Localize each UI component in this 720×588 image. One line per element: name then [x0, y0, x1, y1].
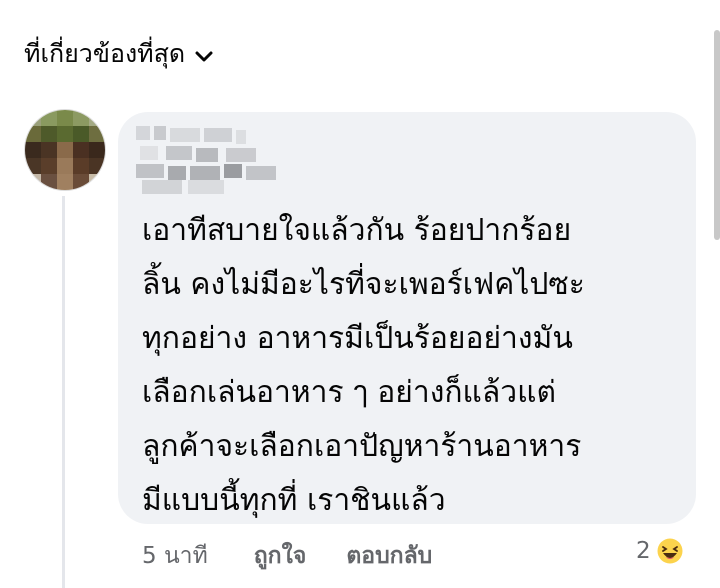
name-pixel [226, 148, 256, 162]
name-pixel [246, 166, 276, 180]
comment-line: เลือกเล่นอาหาร ๅ อย่างก็แล้วแต่ [142, 375, 556, 410]
name-pixel [196, 148, 218, 162]
reaction-summary[interactable]: 2 [636, 536, 685, 566]
comment-line: มีแบบนี้ทุกที่ เราชินแล้ว [142, 483, 446, 518]
blurred-author-name[interactable] [136, 126, 286, 196]
sort-label: ที่เกี่ยวข้องที่สุด [24, 39, 186, 68]
reply-button[interactable]: ตอบกลับ [346, 538, 432, 574]
like-button[interactable]: ถูกใจ [254, 538, 307, 574]
name-pixel [190, 166, 220, 180]
comment-text: เอาทีสบายใจแล้วกัน ร้อยปากร้อย ลิ้น คงไม… [142, 204, 682, 528]
thread-line [62, 196, 65, 588]
comment-line: ลิ้น คงไม่มีอะไรที่จะเพอร์เฟคไปซะ [142, 267, 585, 302]
name-pixel [170, 128, 200, 142]
name-pixel [204, 128, 232, 142]
scrollbar[interactable] [714, 30, 720, 240]
name-pixel [188, 180, 224, 194]
timestamp[interactable]: 5 นาที [142, 538, 208, 574]
blurred-avatar-pixels [25, 110, 105, 190]
name-pixel [142, 180, 182, 194]
name-pixel [154, 126, 166, 140]
chevron-down-icon [195, 48, 213, 62]
name-pixel [136, 126, 150, 140]
sort-dropdown[interactable]: ที่เกี่ยวข้องที่สุด [24, 34, 213, 74]
avatar[interactable] [24, 109, 106, 191]
name-pixel [140, 146, 158, 160]
comment-line: ลูกค้าจะเลือกเอาปัญหาร้านอาหาร [142, 429, 582, 464]
name-pixel [168, 166, 186, 180]
haha-emoji-icon [655, 536, 685, 566]
comment-line: ทุกอย่าง อาหารมีเป็นร้อยอย่างมัน [142, 321, 573, 356]
comment-actions: 5 นาที ถูกใจ ตอบกลับ [142, 538, 432, 574]
comment-line: เอาทีสบายใจแล้วกัน ร้อยปากร้อย [142, 213, 572, 248]
name-pixel [166, 146, 192, 160]
name-pixel [224, 164, 242, 178]
reaction-count: 2 [636, 538, 651, 564]
name-pixel [236, 130, 246, 144]
name-pixel [136, 164, 164, 178]
